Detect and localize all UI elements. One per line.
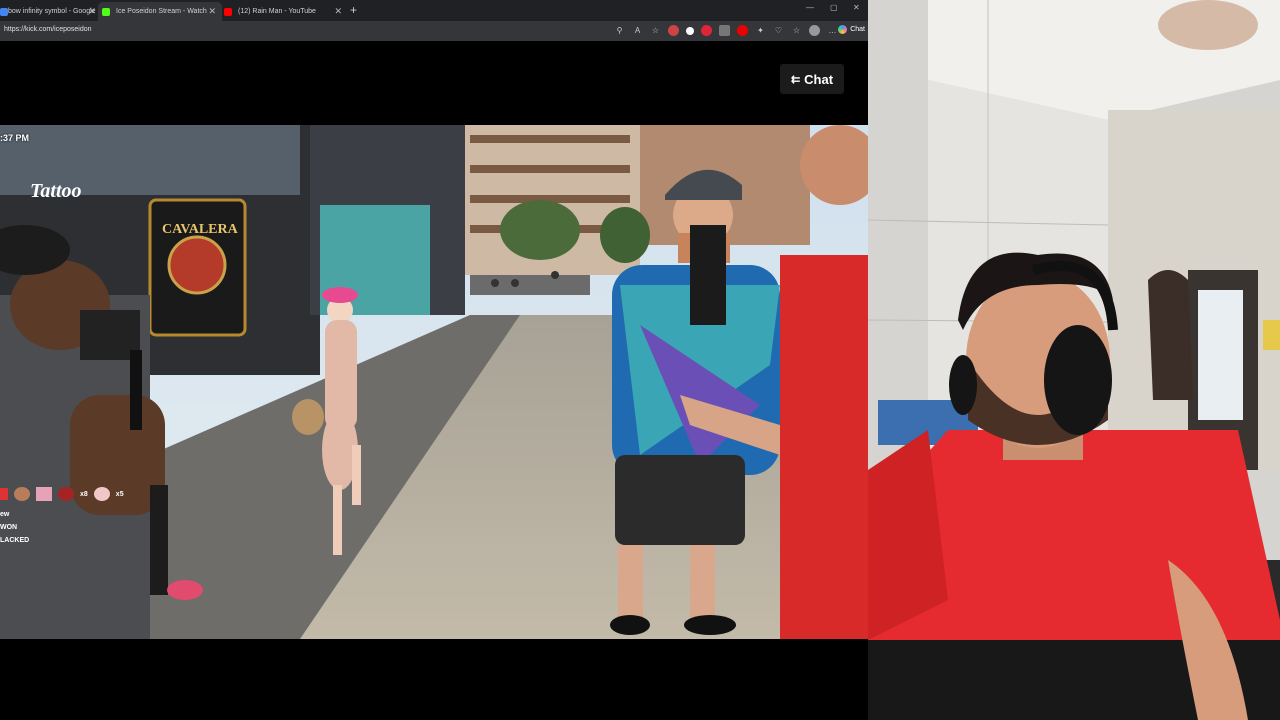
emote-count: x5 [115,490,124,498]
tab-bar: bow infinity symbol - Google ✕ Ice Posei… [0,0,868,21]
chat-expand-icon: ⇇ [790,73,801,86]
close-window-icon[interactable]: ✕ [853,3,860,12]
copilot-icon [838,25,848,34]
more-menu-icon[interactable]: … [827,25,838,36]
close-icon[interactable]: ✕ [208,6,216,17]
close-icon[interactable]: ✕ [334,6,342,17]
zoom-icon[interactable]: ⚲ [614,25,625,36]
favorite-star-icon[interactable]: ☆ [650,25,661,36]
shop-sign-cavalera: CAVALERA [162,222,239,237]
browser-window: bow infinity symbol - Google ✕ Ice Posei… [0,0,868,720]
copilot-button[interactable]: Chat [838,25,865,34]
extension-icon[interactable] [686,27,694,35]
emote-count: x8 [80,490,88,498]
chat-button-label: Chat [804,71,834,87]
youtube-icon [224,7,232,16]
show-chat-button[interactable]: ⇇ Chat [780,64,844,94]
street-scene-image: CAVALERA Tattoo [0,125,868,639]
extensions-puzzle-icon[interactable]: ✦ [755,25,766,36]
read-aloud-icon[interactable]: A [632,25,643,36]
extension-icon[interactable] [719,25,730,36]
favorites-icon[interactable]: ☆ [791,25,802,36]
stream-video-frame[interactable]: CAVALERA Tattoo:37 PM x8 x5 ew WON LACK… [0,125,868,639]
emote-icon [14,487,30,501]
webcam-feed [868,0,1280,720]
extension-icon[interactable] [701,25,712,36]
chat-overlay-line: LACKED [0,537,30,544]
tab-google[interactable]: bow infinity symbol - Google ✕ [0,2,96,21]
tab-youtube[interactable]: (12) Rain Man - YouTube ✕ [224,2,342,21]
url-field[interactable]: https://kick.com/iceposeidon [4,26,92,33]
emote-icon [58,487,74,501]
emote-icon [36,487,52,501]
stream-chat-overlay: x8 x5 ew WON LACKED [0,487,124,550]
tab-kick[interactable]: Ice Poseidon Stream - Watch ✕ [98,2,222,21]
extension-icon[interactable] [668,25,679,36]
emote-icon [0,488,8,500]
webcam-image [868,0,1280,720]
kick-icon [102,7,110,16]
profile-avatar-icon[interactable] [809,25,820,36]
minimize-icon[interactable]: — [806,3,814,12]
emote-icon [93,487,110,501]
stream-clock: :37 PM [0,133,30,143]
toolbar-icons: ⚲ A ☆ ✦ ♡ ☆ … [614,25,838,36]
copilot-label: Chat [850,26,865,33]
chat-overlay-line: WON [0,524,18,531]
extension-icon[interactable] [737,25,748,36]
new-tab-plus-icon[interactable]: + [350,3,357,17]
close-icon[interactable]: ✕ [88,6,96,17]
collections-icon[interactable]: ♡ [773,25,784,36]
address-bar: https://kick.com/iceposeidon ⚲ A ☆ ✦ ♡ ☆… [0,21,868,41]
tab-title: bow infinity symbol - Google [8,8,96,15]
tab-title: Ice Poseidon Stream - Watch [116,8,207,15]
maximize-icon[interactable]: ▢ [830,3,838,12]
shop-sign-tattoo: Tattoo [30,180,82,202]
chat-overlay-line: ew [0,511,10,518]
tab-title: (12) Rain Man - YouTube [238,8,316,15]
google-icon [0,7,8,16]
video-player[interactable]: ⇇ Chat CAVALERA Tattoo:37 PM x8 x5 ew W… [0,41,868,720]
